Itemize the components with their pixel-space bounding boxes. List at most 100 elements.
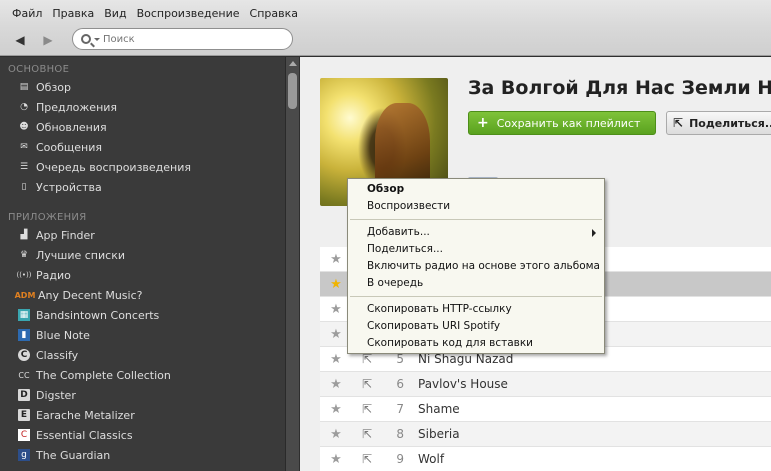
menu-edit[interactable]: Правка (52, 7, 94, 20)
sidebar-item-queue[interactable]: ☰ Очередь воспроизведения (0, 157, 285, 177)
sidebar-item-label: Blue Note (36, 328, 90, 342)
track-name: Wolf (418, 452, 445, 466)
sidebar-item-label: Earache Metalizer (36, 408, 135, 422)
menu-bar: Файл Правка Вид Воспроизведение Справка (0, 0, 771, 26)
track-number: 9 (396, 452, 404, 466)
track-name: Shame (418, 402, 460, 416)
sidebar-item-complete-collection[interactable]: CC The Complete Collection (0, 365, 285, 385)
share-icon[interactable]: ⇱ (352, 402, 382, 416)
context-menu-item-add[interactable]: Добавить... (348, 224, 604, 241)
sidebar-item-label: App Finder (36, 228, 95, 242)
table-row[interactable]: ★ ⇱ 8 Siberia (320, 422, 771, 447)
devices-icon: ▯ (21, 182, 27, 192)
sidebar-item-classify[interactable]: C Classify (0, 345, 285, 365)
sidebar-section-main-header: ОСНОВНОЕ (8, 64, 70, 75)
context-menu-item-start-radio[interactable]: Включить радио на основе этого альбома (348, 258, 604, 275)
sidebar-scrollbar[interactable] (285, 57, 299, 471)
track-name: Ni Shagu Nazad (418, 352, 514, 366)
toolbar: ◀ ▶ (0, 26, 771, 56)
star-icon[interactable]: ★ (320, 402, 352, 417)
sidebar-item-label: The Guardian (36, 448, 111, 462)
context-menu-item-share[interactable]: Поделиться... (348, 241, 604, 258)
sidebar-item-earache-metalizer[interactable]: E Earache Metalizer (0, 405, 285, 425)
album-title: За Волгой Для Нас Земли Нет (468, 77, 771, 99)
sidebar-item-digster[interactable]: D Digster (0, 385, 285, 405)
sidebar-item-overview[interactable]: ▤ Обзор (0, 77, 285, 97)
share-button[interactable]: ⇱ Поделиться... (666, 111, 771, 135)
track-number: 8 (396, 427, 404, 441)
earache-icon: E (18, 409, 30, 421)
track-name: Siberia (418, 427, 460, 441)
context-menu-item-copy-embed-code[interactable]: Скопировать код для вставки (348, 335, 604, 352)
share-icon[interactable]: ⇱ (352, 352, 382, 366)
guardian-icon: g (18, 449, 30, 461)
classify-icon: C (18, 349, 30, 361)
context-menu-item-overview[interactable]: Обзор (348, 181, 604, 198)
context-menu-item-copy-spotify-uri[interactable]: Скопировать URI Spotify (348, 318, 604, 335)
sidebar-item-app-finder[interactable]: ▟ App Finder (0, 225, 285, 245)
app-finder-icon: ▟ (20, 230, 28, 240)
scrollbar-thumb[interactable] (288, 73, 297, 109)
sidebar-item-devices[interactable]: ▯ Устройства (0, 177, 285, 197)
forward-arrow-icon[interactable]: ▶ (38, 30, 58, 50)
plus-icon: + (477, 115, 489, 131)
star-icon[interactable]: ★ (320, 452, 352, 467)
star-icon[interactable]: ★ (320, 377, 352, 392)
sidebar-item-bandsintown[interactable]: ▦ Bandsintown Concerts (0, 305, 285, 325)
sidebar-section-apps-header: ПРИЛОЖЕНИЯ (8, 212, 87, 223)
context-menu-item-play[interactable]: Воспроизвести (348, 198, 604, 215)
sidebar-item-label: Any Decent Music? (38, 288, 143, 302)
sidebar-item-label: Радио (36, 268, 71, 282)
menu-file[interactable]: Файл (12, 7, 42, 20)
adm-logo-icon: ADM (14, 290, 36, 300)
share-icon[interactable]: ⇱ (352, 452, 382, 466)
menu-help[interactable]: Справка (250, 7, 298, 20)
sidebar-item-radio[interactable]: ((•)) Радио (0, 265, 285, 285)
context-menu-item-queue[interactable]: В очередь (348, 275, 604, 292)
table-row[interactable]: ★ ⇱ 6 Pavlov's House (320, 372, 771, 397)
track-number: 5 (396, 352, 404, 366)
scroll-up-arrow-icon[interactable] (289, 61, 297, 66)
essential-classics-icon: C (18, 429, 30, 441)
suggestions-icon: ◔ (20, 102, 28, 112)
sidebar-item-label: Bandsintown Concerts (36, 308, 160, 322)
track-number: 6 (396, 377, 404, 391)
menu-playback[interactable]: Воспроизведение (137, 7, 240, 20)
chevron-down-icon[interactable] (94, 37, 100, 41)
radio-icon: ((•)) (16, 271, 32, 279)
save-as-playlist-label: Сохранить как плейлист (496, 116, 641, 130)
overview-icon: ▤ (19, 82, 29, 92)
context-menu: Обзор Воспроизвести Добавить... Поделить… (347, 178, 605, 354)
save-as-playlist-button[interactable]: + Сохранить как плейлист (468, 111, 656, 135)
sidebar-item-label: Сообщения (36, 140, 103, 154)
sidebar-item-label: The Complete Collection (36, 368, 171, 382)
sidebar-item-any-decent-music[interactable]: ADM Any Decent Music? (0, 285, 285, 305)
back-arrow-icon[interactable]: ◀ (10, 30, 30, 50)
search-icon (81, 34, 91, 44)
table-row[interactable]: ★ ⇱ 7 Shame (320, 397, 771, 422)
queue-icon: ☰ (19, 162, 29, 172)
context-menu-item-copy-http-link[interactable]: Скопировать HTTP-ссылку (348, 301, 604, 318)
sidebar-item-label: Classify (36, 348, 79, 362)
track-number: 7 (396, 402, 404, 416)
share-icon[interactable]: ⇱ (352, 427, 382, 441)
sidebar-item-messages[interactable]: ✉ Сообщения (0, 137, 285, 157)
complete-collection-icon: CC (18, 370, 30, 380)
search-box[interactable] (72, 28, 293, 50)
table-row[interactable]: ★ ⇱ 9 Wolf (320, 447, 771, 471)
context-menu-item-label: Добавить... (367, 226, 430, 238)
digster-icon: D (18, 389, 30, 401)
share-icon[interactable]: ⇱ (352, 377, 382, 391)
menu-view[interactable]: Вид (104, 7, 126, 20)
sidebar-item-suggestions[interactable]: ◔ Предложения (0, 97, 285, 117)
sidebar-item-the-guardian[interactable]: g The Guardian (0, 445, 285, 465)
updates-icon: ☻ (19, 122, 29, 132)
menu-divider (350, 296, 602, 297)
search-input[interactable] (103, 33, 283, 45)
share-label: Поделиться... (689, 116, 771, 130)
sidebar-item-blue-note[interactable]: ▮ Blue Note (0, 325, 285, 345)
sidebar-item-essential-classics[interactable]: C Essential Classics (0, 425, 285, 445)
star-icon[interactable]: ★ (320, 427, 352, 442)
sidebar-item-updates[interactable]: ☻ Обновления (0, 117, 285, 137)
sidebar-item-top-lists[interactable]: ♛ Лучшие списки (0, 245, 285, 265)
